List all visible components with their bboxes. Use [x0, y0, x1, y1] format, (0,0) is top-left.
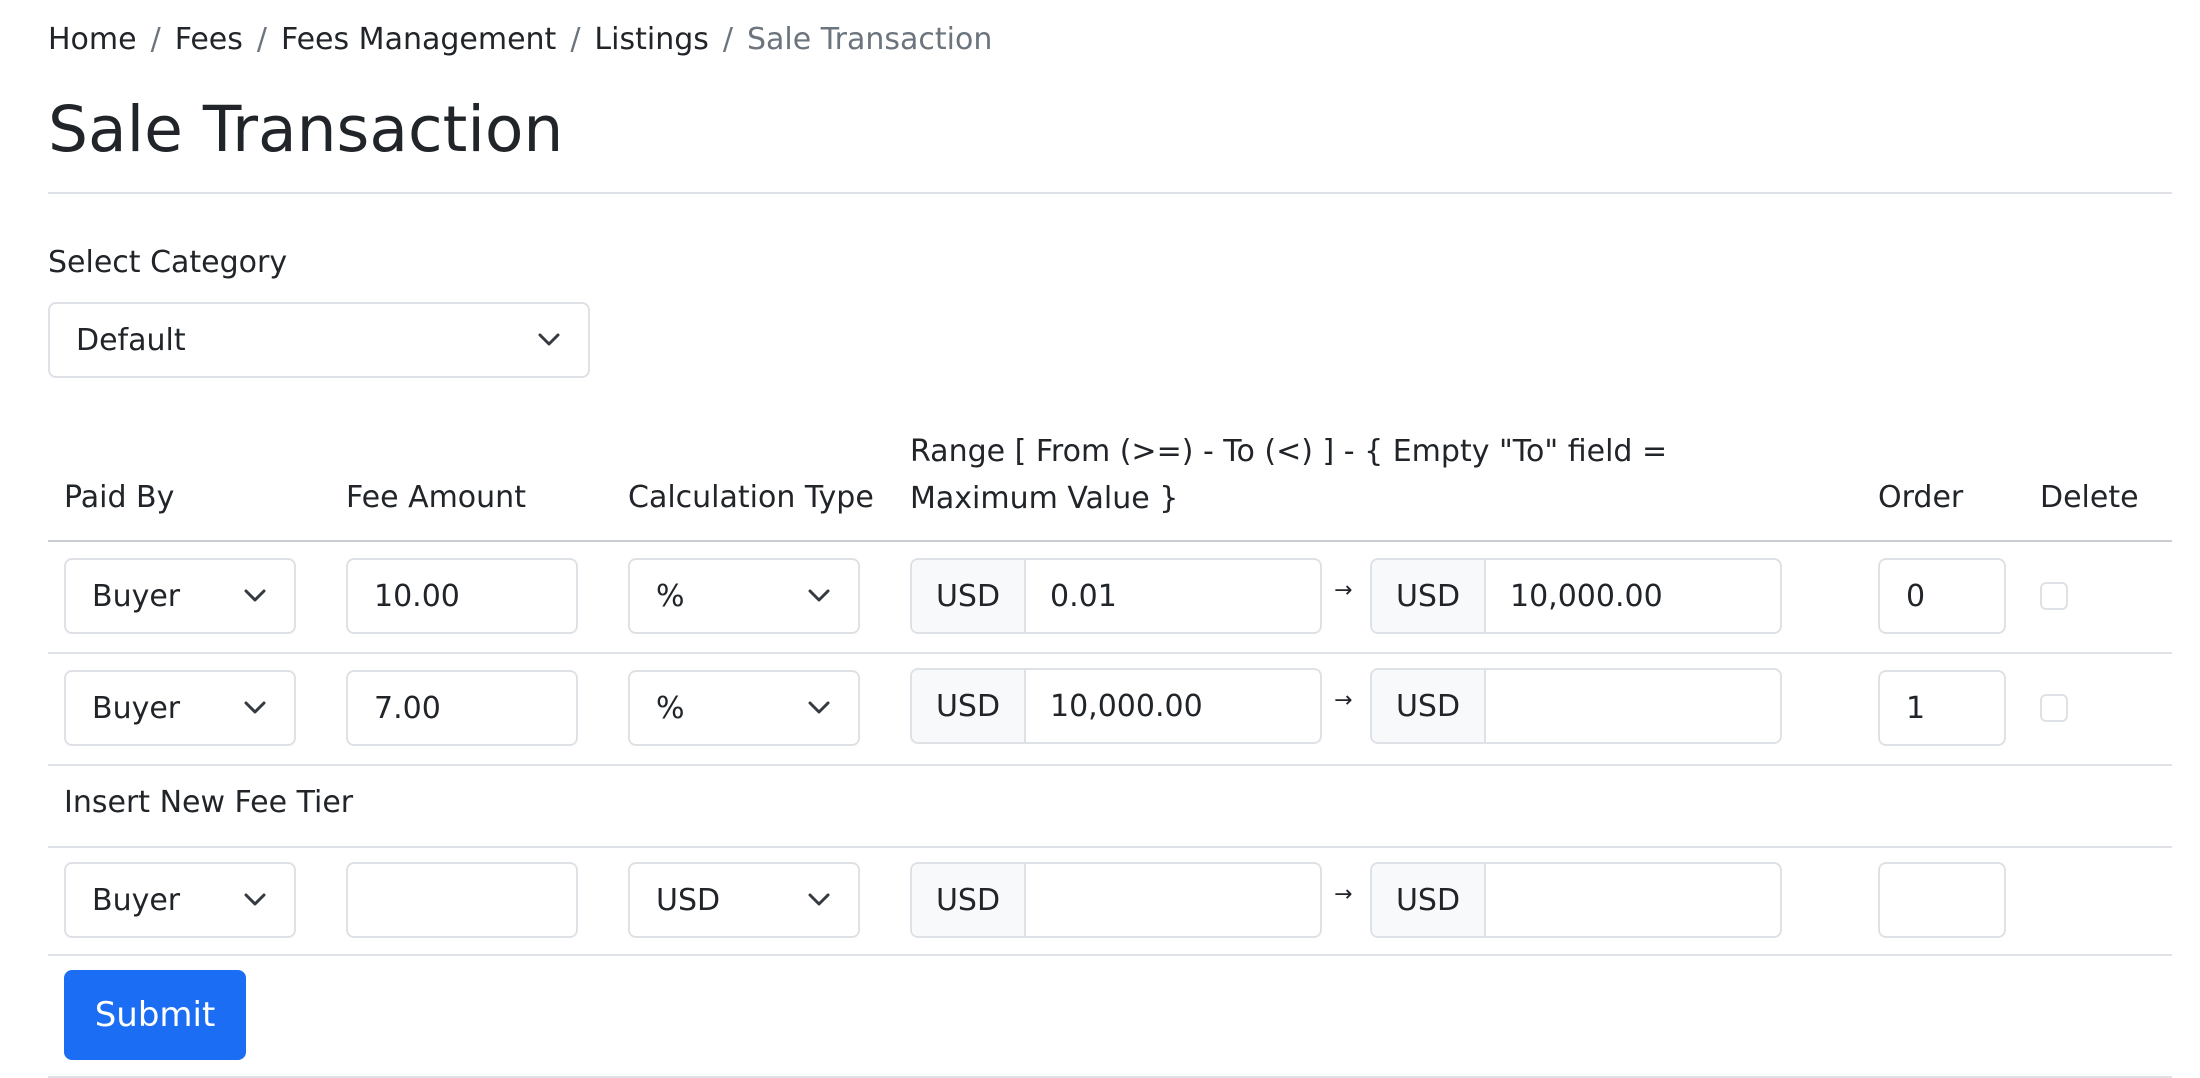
chevron-down-icon: [808, 589, 830, 602]
category-label: Select Category: [48, 245, 288, 280]
fee-amount-input[interactable]: 7.00: [346, 670, 578, 746]
order-input[interactable]: 1: [1878, 670, 2006, 746]
range-to-input[interactable]: [1486, 670, 1780, 742]
delete-checkbox[interactable]: [2040, 582, 2068, 610]
range-to-group[interactable]: USD: [1370, 668, 1782, 744]
range-from-group[interactable]: USD 10,000.00: [910, 668, 1322, 744]
category-select-value: Default: [76, 322, 186, 358]
paid-by-select[interactable]: Buyer: [64, 558, 296, 634]
insert-new-tier-label: Insert New Fee Tier: [64, 785, 354, 820]
breadcrumb-fees[interactable]: Fees: [175, 22, 243, 57]
calculation-type-value: %: [656, 690, 685, 726]
paid-by-value: Buyer: [92, 690, 181, 726]
header-divider: [48, 540, 2172, 542]
range-from-input[interactable]: 10,000.00: [1026, 670, 1320, 742]
new-paid-by-value: Buyer: [92, 882, 181, 918]
header-fee-amount: Fee Amount: [346, 480, 526, 515]
paid-by-select[interactable]: Buyer: [64, 670, 296, 746]
breadcrumb-current: Sale Transaction: [747, 22, 993, 57]
header-range: Range [ From (>=) - To (<) ] - { Empty "…: [910, 434, 1668, 516]
chevron-down-icon: [244, 589, 266, 602]
range-from-input[interactable]: 0.01: [1026, 560, 1320, 632]
new-range-to-input[interactable]: [1486, 864, 1780, 936]
new-calculation-type-select[interactable]: USD: [628, 862, 860, 938]
paid-by-value: Buyer: [92, 578, 181, 614]
header-order: Order: [1878, 480, 1964, 515]
currency-addon: USD: [912, 670, 1026, 742]
header-delete: Delete: [2040, 480, 2139, 515]
order-input[interactable]: 0: [1878, 558, 2006, 634]
calculation-type-select[interactable]: %: [628, 558, 860, 634]
range-to-group[interactable]: USD 10,000.00: [1370, 558, 1782, 634]
currency-addon: USD: [1372, 670, 1486, 742]
new-range-from-input[interactable]: [1026, 864, 1320, 936]
page-title: Sale Transaction: [48, 93, 564, 166]
breadcrumb: Home / Fees / Fees Management / Listings / Sale …: [48, 22, 992, 57]
breadcrumb-separator: /: [570, 22, 581, 57]
arrow-right-icon: →: [1334, 578, 1353, 603]
header-paid-by: Paid By: [64, 480, 175, 515]
currency-addon: USD: [912, 864, 1026, 936]
arrow-right-icon: →: [1334, 688, 1353, 713]
new-fee-amount-input[interactable]: [346, 862, 578, 938]
delete-checkbox[interactable]: [2040, 694, 2068, 722]
calculation-type-value: %: [656, 578, 685, 614]
category-select[interactable]: Default: [48, 302, 590, 378]
row-divider: [48, 846, 2172, 848]
chevron-down-icon: [808, 701, 830, 714]
chevron-down-icon: [244, 893, 266, 906]
submit-button[interactable]: Submit: [64, 970, 246, 1060]
range-from-group[interactable]: USD 0.01: [910, 558, 1322, 634]
chevron-down-icon: [538, 333, 560, 346]
breadcrumb-fees-management[interactable]: Fees Management: [281, 22, 556, 57]
breadcrumb-listings[interactable]: Listings: [594, 22, 708, 57]
new-calculation-type-value: USD: [656, 882, 721, 918]
new-paid-by-select[interactable]: Buyer: [64, 862, 296, 938]
row-divider: [48, 652, 2172, 654]
title-divider: [48, 192, 2172, 194]
breadcrumb-separator: /: [256, 22, 267, 57]
currency-addon: USD: [1372, 560, 1486, 632]
currency-addon: USD: [912, 560, 1026, 632]
breadcrumb-home[interactable]: Home: [48, 22, 137, 57]
new-order-input[interactable]: [1878, 862, 2006, 938]
currency-addon: USD: [1372, 864, 1486, 936]
fee-amount-input[interactable]: 10.00: [346, 558, 578, 634]
range-to-input[interactable]: 10,000.00: [1486, 560, 1780, 632]
row-divider: [48, 954, 2172, 956]
breadcrumb-separator: /: [150, 22, 161, 57]
new-range-to-group[interactable]: USD: [1370, 862, 1782, 938]
chevron-down-icon: [808, 893, 830, 906]
chevron-down-icon: [244, 701, 266, 714]
row-divider: [48, 764, 2172, 766]
new-range-from-group[interactable]: USD: [910, 862, 1322, 938]
breadcrumb-separator: /: [722, 22, 733, 57]
header-calculation-type: Calculation Type: [628, 480, 874, 515]
calculation-type-select[interactable]: %: [628, 670, 860, 746]
arrow-right-icon: →: [1334, 882, 1353, 907]
